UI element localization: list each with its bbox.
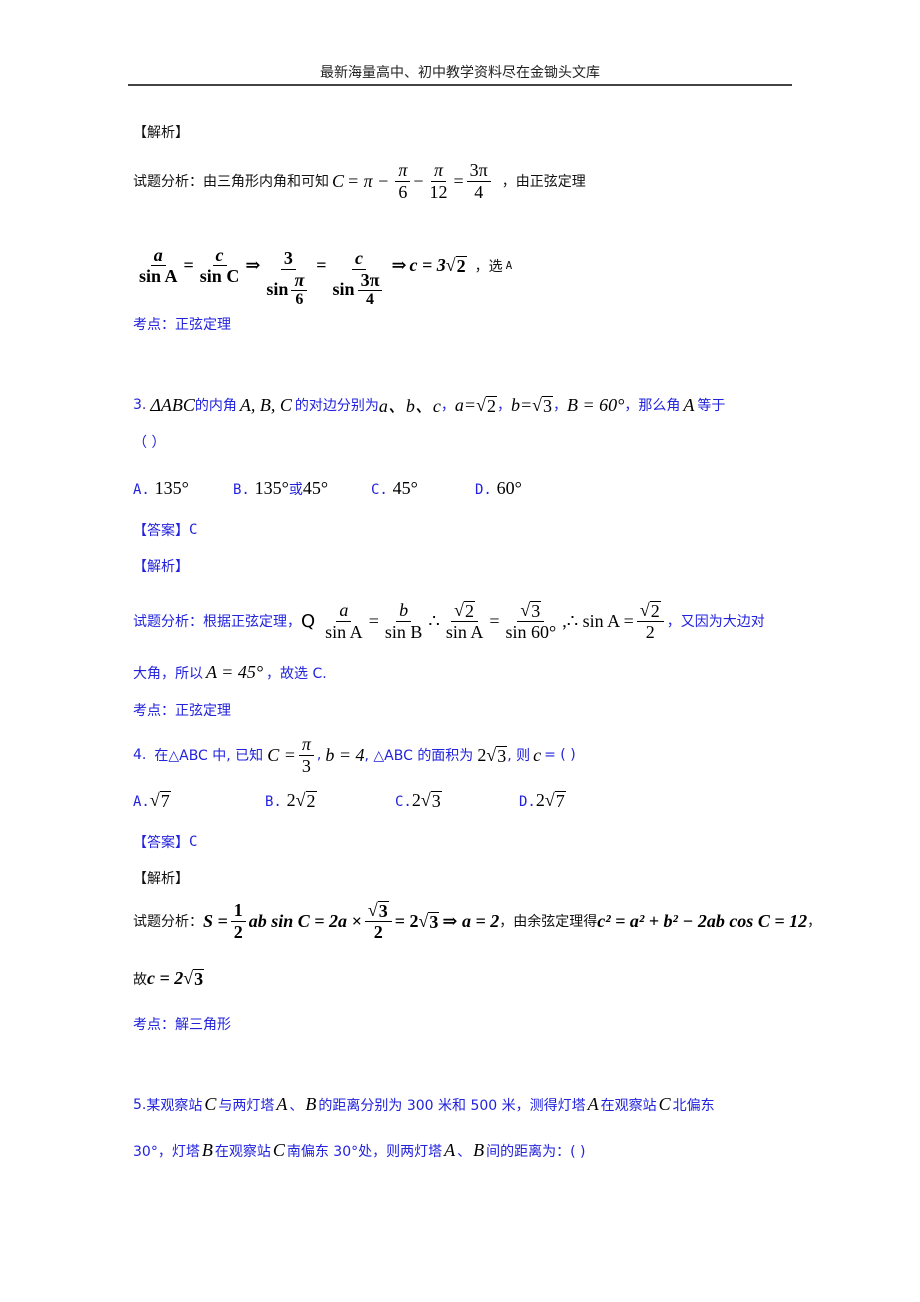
q2-analysis-line1: 试题分析：由三角形内角和可知 C = π − π6 − π 12 = 3π 4 ，由… xyxy=(133,160,586,202)
sqrt: √ 2 xyxy=(445,255,467,277)
sqrt: √ 3 xyxy=(418,910,440,932)
q3-analysis-label: 【解析】 xyxy=(133,559,189,575)
sqrt: √ 2 xyxy=(476,394,497,416)
q3-option-b: B. 135°或45° xyxy=(233,478,329,498)
sqrt: √ 3 xyxy=(486,744,508,766)
fraction: c sin 3π 4 xyxy=(330,248,389,310)
q4-topic: 考点： 解三角形 xyxy=(133,1017,231,1033)
q4-analysis-line2: 故 c = 2 √ 3 xyxy=(133,968,205,990)
q4-answer: 【答案】 C xyxy=(133,834,198,851)
q3-analysis-line2: 大角，所以 A = 45° ，故选 C. xyxy=(133,662,327,682)
header-divider xyxy=(128,84,792,86)
sqrt: √ 3 xyxy=(532,394,554,416)
q2-analysis-label: 【解析】 xyxy=(133,125,189,141)
q4-option-a: A.√ 7 xyxy=(133,790,171,812)
fraction: √ 3 2 xyxy=(364,900,392,942)
fraction: 3π 4 xyxy=(466,160,491,202)
page-header: 最新海量高中、初中教学资料尽在金锄头文库 xyxy=(320,65,600,81)
q4-options: A.√ 7 B. 2√ 2 C.2√ 3 D.2√ 7 xyxy=(133,790,566,811)
q2-topic: 考点： 正弦定理 xyxy=(133,317,231,333)
q3-topic: 考点： 正弦定理 xyxy=(133,703,231,719)
fraction: a sin A xyxy=(139,244,178,287)
q2-analysis-line2: a sin A = c sin C ⇒ 3 sin π 6 = c sin 3π 4 ⇒ c… xyxy=(133,222,512,310)
q3-option-c: C. 45° xyxy=(371,478,418,498)
fraction: π6 xyxy=(395,160,411,202)
fraction: 12 xyxy=(230,900,246,942)
fraction: c sin C xyxy=(199,244,240,287)
q4-option-c: C.2√ 3 xyxy=(395,790,442,812)
q3-answer-blank: （ ） xyxy=(133,435,166,451)
q4-analysis-line1: 试题分析： S = 12 ab sin C = 2a × √ 3 2 = 2 √ 3 … xyxy=(133,900,822,942)
q3-options: A. 135° B. 135°或45° C. 45° D. 60° xyxy=(133,478,522,499)
q3-stem: 3. ΔABC 的内角 A, B, C 的对边分别为 a、b、c ， a= √ 2… xyxy=(133,394,726,417)
q5-stem-line1: 5. 某观察站 C 与两灯塔 A 、 B 的距离分别为 300 米和 500 米… xyxy=(133,1094,715,1114)
q3-answer: 【答案】 C xyxy=(133,522,198,539)
fraction: b sin B xyxy=(384,600,423,642)
q3-analysis-line1: 试题分析：根据正弦定理， Q a sin A = b sin B ∴ √ 2 sin A… xyxy=(133,600,765,642)
q4-option-d: D.2√ 7 xyxy=(519,790,566,812)
sqrt: √ 3 xyxy=(183,968,205,990)
q4-stem: 4. 在△ABC 中, 已知 C = π3 , b = 4 , △ABC 的面积… xyxy=(133,734,576,776)
q3-option-d: D. 60° xyxy=(475,478,522,498)
fraction: √ 2 sin A xyxy=(445,600,484,642)
fraction: a sin A xyxy=(325,600,363,642)
q4-option-b: B. 2√ 2 xyxy=(265,790,317,812)
fraction: π 12 xyxy=(429,160,448,202)
q4-analysis-label: 【解析】 xyxy=(133,871,189,887)
q5-stem-line2: 30°，灯塔 B 在观察站 C 南偏东 30°处，则两灯塔 A 、 B 间的距离… xyxy=(133,1140,586,1160)
fraction: π3 xyxy=(298,734,314,776)
fraction: √ 2 2 xyxy=(636,600,664,642)
fraction: √ 3 sin 60° xyxy=(505,600,557,642)
fraction: 3 sin π 6 xyxy=(263,248,313,310)
q3-option-a: A. 135° xyxy=(133,478,189,498)
